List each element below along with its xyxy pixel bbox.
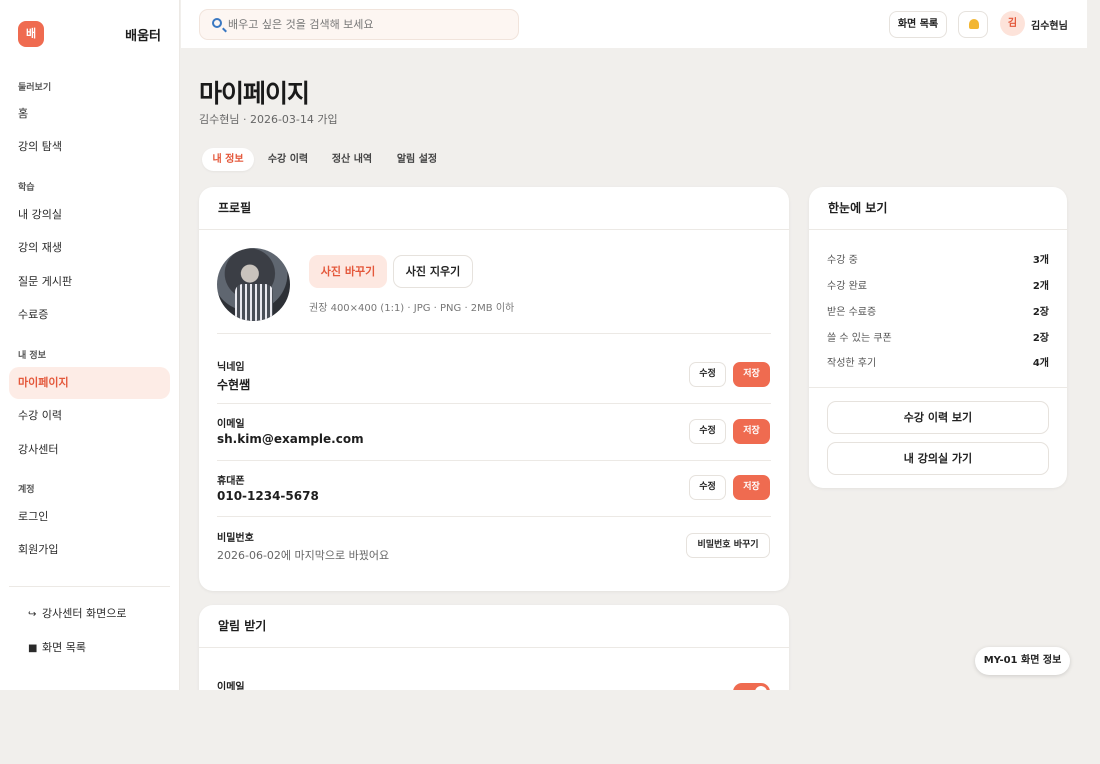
nav-section-learning: 학습 (18, 183, 35, 193)
search-box[interactable] (199, 9, 519, 40)
notifications-button[interactable] (958, 11, 988, 38)
page-subtitle: 김수현님 · 2026-03-14 가입 (199, 113, 338, 126)
notify-email-label: 이메일 (217, 682, 245, 690)
logo-icon: 배 (18, 21, 44, 47)
phone-value: 010-1234-5678 (217, 489, 319, 503)
nickname-value: 수현쌤 (217, 378, 251, 392)
summary-card-title: 한눈에 보기 (809, 187, 1067, 230)
email-edit-button[interactable]: 수정 (689, 419, 726, 444)
notifications-card-title: 알림 받기 (199, 605, 789, 648)
stat-label-completed: 수강 완료 (827, 281, 867, 292)
row-divider (217, 403, 771, 404)
row-divider (217, 516, 771, 517)
stat-label-coupons: 쓸 수 있는 쿠폰 (827, 333, 892, 344)
email-value: sh.kim@example.com (217, 432, 364, 446)
nickname-label: 닉네임 (217, 362, 245, 373)
sidebar-item-classroom[interactable]: 내 강의실 (9, 199, 170, 231)
sidebar-item-instructor[interactable]: 강사센터 (9, 434, 170, 466)
email-label: 이메일 (217, 419, 245, 430)
top-bar: 화면 목록 김 김수현님 (181, 0, 1087, 48)
profile-card: 프로필 사진 바꾸기 사진 지우기 권장 400×400 (1:1) · JPG… (199, 187, 789, 591)
notify-email-toggle[interactable] (733, 683, 770, 690)
profile-card-title: 프로필 (199, 187, 789, 230)
stat-label-certificates: 받은 수료증 (827, 307, 877, 318)
sidebar-item-signup[interactable]: 회원가입 (9, 534, 170, 566)
brand[interactable]: 배 배움터 (18, 21, 161, 47)
sidebar: 배 배움터 둘러보기 홈 강의 탐색 학습 내 강의실 강의 재생 질문 게시판… (0, 0, 180, 690)
screen-info-chip[interactable]: MY-01 화면 정보 (975, 647, 1070, 675)
nav-section-browse: 둘러보기 (18, 83, 52, 93)
row-divider (809, 387, 1067, 388)
tab-course-history[interactable]: 수강 이력 (261, 148, 315, 171)
stat-value-certificates: 2장 (1032, 307, 1049, 318)
sidebar-item-qna[interactable]: 질문 게시판 (9, 266, 170, 298)
switch-arrow-icon: ↪ (28, 609, 37, 620)
search-icon (212, 18, 222, 28)
screen-list-link-label: 화면 목록 (42, 641, 86, 654)
notifications-card: 알림 받기 이메일 (199, 605, 789, 690)
app-window: 배 배움터 둘러보기 홈 강의 탐색 학습 내 강의실 강의 재생 질문 게시판… (0, 0, 1100, 690)
page-title: 마이페이지 (199, 79, 310, 108)
remove-photo-button[interactable]: 사진 지우기 (393, 255, 473, 288)
change-photo-button[interactable]: 사진 바꾸기 (309, 255, 387, 288)
tab-notification-settings[interactable]: 알림 설정 (389, 148, 445, 171)
nav-section-account: 계정 (18, 485, 35, 495)
sidebar-item-login[interactable]: 로그인 (9, 501, 170, 533)
stat-label-reviews: 작성한 후기 (827, 358, 877, 369)
search-input[interactable] (228, 10, 514, 39)
nickname-save-button[interactable]: 저장 (733, 362, 770, 387)
tab-my-info[interactable]: 내 정보 (202, 148, 254, 171)
sidebar-item-home[interactable]: 홈 (9, 98, 170, 130)
profile-photo (217, 248, 290, 321)
row-divider (217, 460, 771, 461)
stat-label-enrolled: 수강 중 (827, 255, 858, 266)
course-history-button[interactable]: 수강 이력 보기 (827, 401, 1049, 434)
phone-label: 휴대폰 (217, 476, 245, 487)
sidebar-item-history[interactable]: 수강 이력 (9, 400, 170, 432)
user-name[interactable]: 김수현님 (1031, 17, 1068, 32)
password-updated-text: 2026-06-02에 마지막으로 바꿨어요 (217, 549, 390, 562)
change-password-button[interactable]: 비밀번호 바꾸기 (686, 533, 770, 558)
email-save-button[interactable]: 저장 (733, 419, 770, 444)
instructor-center-link[interactable]: ↪ 강사센터 화면으로 (28, 605, 126, 621)
sidebar-divider (9, 586, 170, 587)
sidebar-item-explore[interactable]: 강의 탐색 (9, 131, 170, 163)
screen-list-button[interactable]: 화면 목록 (889, 11, 947, 38)
stat-value-completed: 2개 (1032, 281, 1049, 292)
nav-section-my-info: 내 정보 (18, 351, 46, 361)
tab-settlement[interactable]: 정산 내역 (324, 148, 380, 171)
bell-icon (969, 19, 979, 29)
stat-value-enrolled: 3개 (1032, 255, 1049, 266)
go-classroom-button[interactable]: 내 강의실 가기 (827, 442, 1049, 475)
stat-value-coupons: 2장 (1032, 333, 1049, 344)
row-divider (217, 333, 771, 334)
photo-hint: 권장 400×400 (1:1) · JPG · PNG · 2MB 이하 (309, 303, 515, 314)
folder-icon: ■ (28, 643, 38, 654)
sidebar-item-certificates[interactable]: 수료증 (9, 299, 170, 331)
sidebar-item-mypage[interactable]: 마이페이지 (9, 367, 170, 399)
phone-edit-button[interactable]: 수정 (689, 475, 726, 500)
summary-card: 한눈에 보기 수강 중 3개 수강 완료 2개 받은 수료증 2장 쓸 수 있는… (809, 187, 1067, 488)
instructor-center-link-label: 강사센터 화면으로 (42, 607, 127, 620)
avatar[interactable]: 김 (1000, 11, 1025, 36)
nickname-edit-button[interactable]: 수정 (689, 362, 726, 387)
phone-save-button[interactable]: 저장 (733, 475, 770, 500)
password-label: 비밀번호 (217, 533, 254, 544)
stat-value-reviews: 4개 (1032, 358, 1049, 369)
brand-name: 배움터 (125, 29, 161, 44)
sidebar-item-player[interactable]: 강의 재생 (9, 232, 170, 264)
screen-list-link[interactable]: ■ 화면 목록 (28, 639, 86, 655)
